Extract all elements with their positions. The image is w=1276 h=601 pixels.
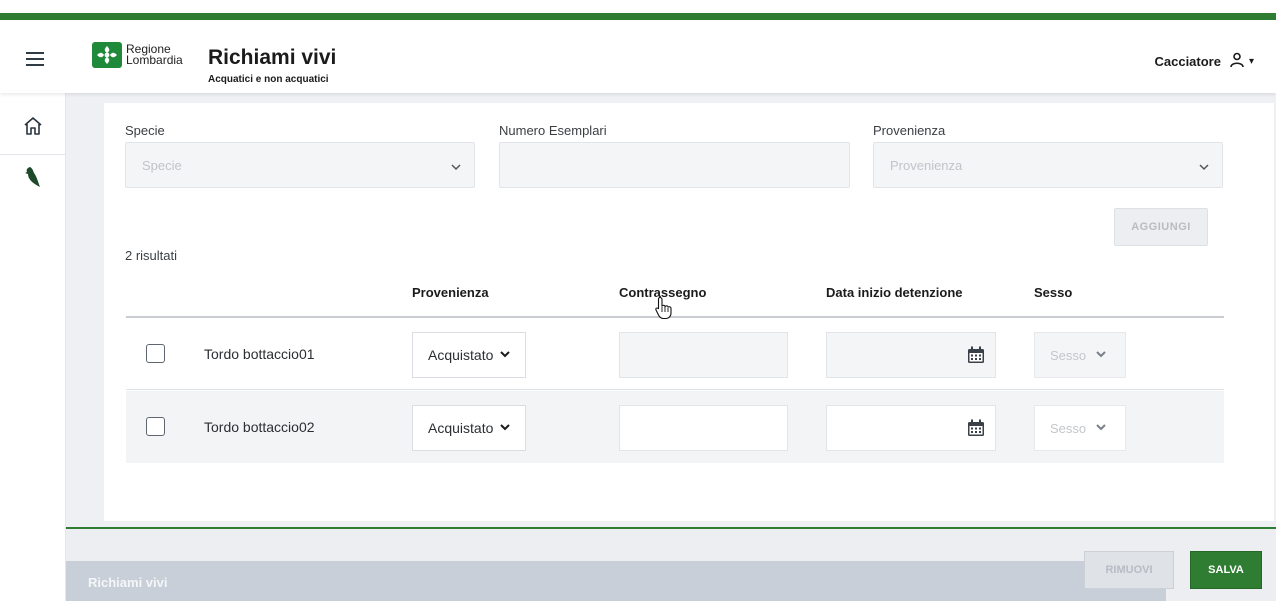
chevron-down-icon <box>450 159 462 174</box>
regione-lombardia-logo: Regione Lombardia <box>92 42 183 68</box>
logo-text-line2: Lombardia <box>126 53 183 67</box>
row-checkbox[interactable] <box>146 344 165 363</box>
row-sesso-select[interactable]: Sesso <box>1034 332 1126 378</box>
chevron-down-icon <box>1198 159 1210 174</box>
row-sesso-select[interactable]: Sesso <box>1034 405 1126 451</box>
app-header: Regione Lombardia Richiami vivi Acquatic… <box>0 20 1276 93</box>
sidebar-item-home[interactable] <box>0 103 66 155</box>
row-data-input[interactable] <box>826 332 996 378</box>
main-content: Specie Specie Numero Esemplari Provenien… <box>66 93 1276 601</box>
specie-label: Specie <box>125 123 165 138</box>
chevron-down-icon <box>500 350 511 361</box>
results-count: 2 risultati <box>125 248 178 263</box>
top-accent-bar <box>0 13 1276 20</box>
row-contrassegno-input[interactable] <box>619 332 788 378</box>
rimuovi-button[interactable]: RIMUOVI <box>1084 551 1174 589</box>
menu-icon[interactable] <box>26 52 44 66</box>
row-checkbox[interactable] <box>146 417 165 436</box>
sidebar-item-richiami[interactable] <box>0 155 66 203</box>
rosa-camuna-icon <box>92 42 122 68</box>
provenienza-select[interactable]: Provenienza <box>873 142 1223 188</box>
specie-placeholder: Specie <box>142 157 182 173</box>
row-provenienza-select[interactable]: Acquistato <box>412 332 526 378</box>
calendar-icon[interactable] <box>967 346 985 369</box>
numero-esemplari-label: Numero Esemplari <box>499 123 607 138</box>
user-role-label: Cacciatore <box>1154 54 1221 69</box>
chevron-down-icon: ▾ <box>1248 56 1254 67</box>
column-header-provenienza: Provenienza <box>412 285 489 300</box>
row-name: Tordo bottaccio02 <box>204 419 315 435</box>
numero-esemplari-input[interactable] <box>499 142 850 188</box>
chevron-down-icon <box>1096 350 1106 361</box>
table-row: Tordo bottaccio02 Acquistato Sesso <box>126 391 1224 463</box>
sidebar <box>0 93 66 601</box>
column-header-data-inizio: Data inizio detenzione <box>826 285 963 300</box>
calendar-icon[interactable] <box>967 419 985 442</box>
provenienza-placeholder: Provenienza <box>890 157 963 173</box>
bird-icon <box>24 166 42 193</box>
row-contrassegno-input[interactable] <box>619 405 788 451</box>
aggiungi-button[interactable]: AGGIUNGI <box>1114 208 1208 246</box>
user-icon <box>1229 52 1245 71</box>
footer-title: Richiami vivi <box>88 575 168 590</box>
column-header-sesso: Sesso <box>1034 285 1073 300</box>
user-menu[interactable]: Cacciatore ▾ <box>1154 52 1254 71</box>
chevron-down-icon <box>1096 423 1106 434</box>
row-data-input[interactable] <box>826 405 996 451</box>
app-title: Richiami vivi <box>208 46 337 69</box>
hand-pointer-icon <box>654 296 674 325</box>
action-footer: Richiami vivi RIMUOVI SALVA <box>66 527 1276 601</box>
row-name: Tordo bottaccio01 <box>204 346 315 362</box>
salva-button[interactable]: SALVA <box>1190 551 1262 589</box>
form-card: Specie Specie Numero Esemplari Provenien… <box>104 103 1274 521</box>
specie-select[interactable]: Specie <box>125 142 475 188</box>
row-provenienza-select[interactable]: Acquistato <box>412 405 526 451</box>
app-subtitle: Acquatici e non acquatici <box>208 74 329 85</box>
chevron-down-icon <box>500 423 511 434</box>
provenienza-label: Provenienza <box>873 123 946 138</box>
home-icon <box>23 116 43 141</box>
table-row: Tordo bottaccio01 Acquistato Sesso <box>126 318 1224 390</box>
